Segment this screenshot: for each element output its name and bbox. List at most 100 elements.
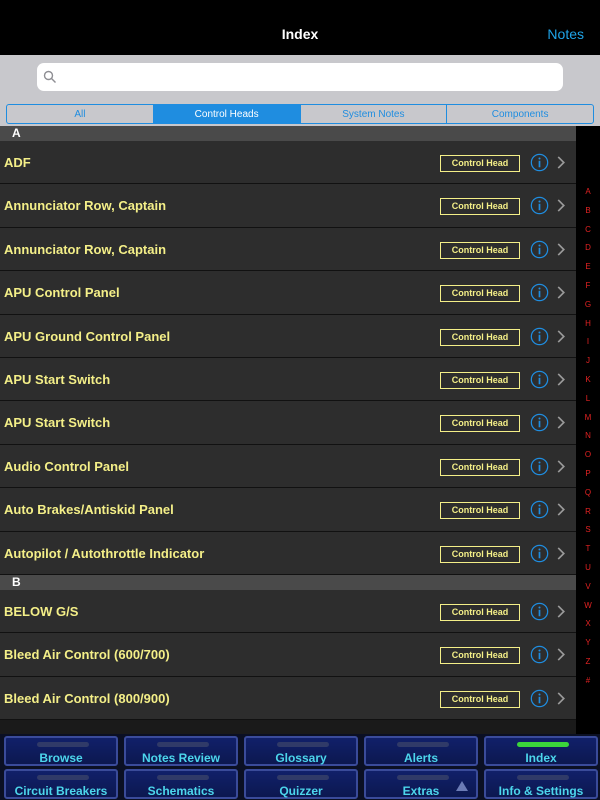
index-letter[interactable]: M [576, 413, 600, 422]
segment-system-notes[interactable]: System Notes [301, 105, 448, 123]
chevron-right-icon [557, 286, 565, 299]
index-letter[interactable]: C [576, 225, 600, 234]
chevron-right-icon [557, 156, 565, 169]
tab-label: Glossary [275, 751, 327, 765]
index-letter[interactable]: S [576, 525, 600, 534]
tab-index[interactable]: Index [484, 736, 598, 766]
tab-info-settings[interactable]: Info & Settings [484, 769, 598, 799]
tab-notes-review[interactable]: Notes Review [124, 736, 238, 766]
tab-indicator [157, 775, 209, 780]
list-item[interactable]: Annunciator Row, Captain Control Head [0, 184, 576, 228]
info-icon[interactable] [530, 645, 549, 664]
index-letter[interactable]: A [576, 187, 600, 196]
index-letter[interactable]: R [576, 507, 600, 516]
list-item[interactable]: Annunciator Row, Captain Control Head [0, 227, 576, 272]
list-item-label: Bleed Air Control (800/900) [4, 690, 170, 706]
index-letter[interactable]: K [576, 375, 600, 384]
index-letter[interactable]: U [576, 563, 600, 572]
info-icon[interactable] [530, 327, 549, 346]
list-item[interactable]: APU Ground Control Panel Control Head [0, 314, 576, 358]
index-letter[interactable]: G [576, 300, 600, 309]
list-item-label: Annunciator Row, Captain [4, 198, 167, 214]
type-badge: Control Head [440, 458, 520, 476]
navigation-bar: Index Notes [0, 0, 600, 55]
type-badge: Control Head [440, 545, 520, 563]
index-letter[interactable]: Q [576, 488, 600, 497]
index-letter[interactable]: L [576, 394, 600, 403]
segment-components[interactable]: Components [447, 105, 593, 123]
tab-label: Alerts [403, 751, 438, 765]
tab-indicator [37, 742, 89, 747]
tab-extras[interactable]: Extras [364, 769, 478, 799]
index-letter[interactable]: X [576, 619, 600, 628]
list-item-label: Bleed Air Control (600/700) [4, 647, 170, 663]
index-letter[interactable]: N [576, 431, 600, 440]
section-index-bar[interactable]: A B C D E F G H I J K L M N O P Q R S T U V W X Y Z # [576, 141, 600, 734]
tab-quizzer[interactable]: Quizzer [244, 769, 358, 799]
index-letter[interactable]: P [576, 469, 600, 478]
index-letter[interactable]: F [576, 281, 600, 290]
index-letter[interactable]: B [576, 206, 600, 215]
segment-control-heads[interactable]: Control Heads [153, 105, 301, 123]
type-badge: Control Head [440, 241, 520, 259]
index-letter[interactable]: Y [576, 638, 600, 647]
list-item[interactable]: Autopilot / Autothrottle Indicator Contro… [0, 531, 576, 575]
tab-label: Info & Settings [498, 784, 584, 798]
chevron-right-icon [557, 648, 565, 661]
type-badge: Control Head [440, 603, 520, 621]
tab-alerts[interactable]: Alerts [364, 736, 478, 766]
notes-button[interactable]: Notes [547, 26, 584, 42]
index-letter[interactable]: D [576, 243, 600, 252]
info-icon[interactable] [530, 544, 549, 563]
chevron-right-icon [557, 503, 565, 516]
index-letter[interactable]: Z [576, 657, 600, 666]
tab-glossary[interactable]: Glossary [244, 736, 358, 766]
index-letter[interactable]: E [576, 262, 600, 271]
list-item[interactable]: Audio Control Panel Control Head [0, 444, 576, 489]
info-icon[interactable] [530, 689, 549, 708]
tab-schematics[interactable]: Schematics [124, 769, 238, 799]
list-item[interactable]: ADF Control Head [0, 141, 576, 185]
list-item[interactable]: APU Start Switch Control Head [0, 357, 576, 402]
list-item[interactable]: BELOW G/S Control Head [0, 589, 576, 634]
index-letter[interactable]: O [576, 450, 600, 459]
segment-all[interactable]: All [7, 105, 154, 123]
info-icon[interactable] [530, 153, 549, 172]
tab-circuit-breakers[interactable]: Circuit Breakers [4, 769, 118, 799]
info-icon[interactable] [530, 196, 549, 215]
tab-indicator [517, 775, 569, 780]
index-letter[interactable]: W [576, 601, 600, 610]
index-letter[interactable]: V [576, 582, 600, 591]
search-input[interactable] [37, 63, 563, 91]
type-badge: Control Head [440, 502, 520, 520]
filter-segmented-control: All Control Heads System Notes Components [6, 104, 594, 124]
search-bar-container [0, 55, 600, 99]
tab-indicator [517, 742, 569, 747]
info-icon[interactable] [530, 283, 549, 302]
type-badge: Control Head [440, 647, 520, 665]
info-icon[interactable] [530, 413, 549, 432]
info-icon[interactable] [530, 457, 549, 476]
info-icon[interactable] [530, 602, 549, 621]
info-icon[interactable] [530, 370, 549, 389]
page-title: Index [281, 26, 319, 42]
index-letter[interactable]: J [576, 356, 600, 365]
index-letter[interactable]: H [576, 319, 600, 328]
section-header: A [0, 126, 576, 141]
list-item[interactable]: APU Start Switch Control Head [0, 401, 576, 445]
tab-label: Index [525, 751, 557, 765]
tab-indicator [277, 742, 329, 747]
list-item[interactable]: APU Control Panel Control Head [0, 271, 576, 315]
info-icon[interactable] [530, 240, 549, 259]
bottom-tab-bar: Browse Notes Review Glossary Alerts Index Cir… [0, 734, 600, 800]
index-letter[interactable]: I [576, 337, 600, 346]
index-letter[interactable]: # [576, 676, 600, 685]
info-icon[interactable] [530, 500, 549, 519]
index-list[interactable]: A ADF Control Head Annunciator Row, Captain… [0, 126, 576, 734]
tab-browse[interactable]: Browse [4, 736, 118, 766]
list-item[interactable]: Bleed Air Control (800/900) Control Head [0, 676, 576, 721]
tab-label: Schematics [147, 784, 215, 798]
list-item[interactable]: Bleed Air Control (600/700) Control Head [0, 633, 576, 677]
list-item[interactable]: Auto Brakes/Antiskid Panel Control Head [0, 488, 576, 532]
index-letter[interactable]: T [576, 544, 600, 553]
